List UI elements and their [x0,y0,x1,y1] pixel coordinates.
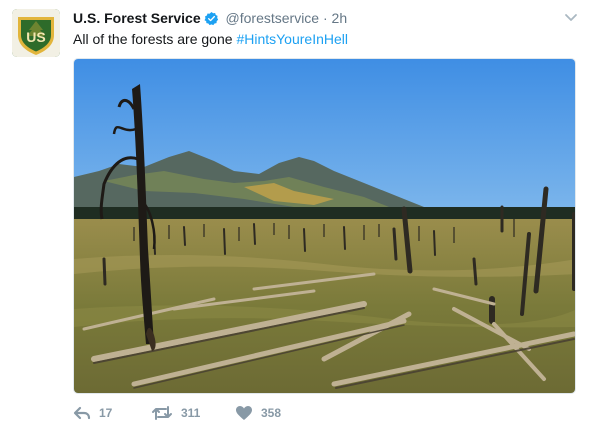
svg-text:US: US [26,29,45,45]
retweet-icon [152,406,172,420]
tweet-photo[interactable] [73,58,576,394]
tweet[interactable]: US U.S. Forest Service @forestservice · … [0,0,589,435]
reply-icon [73,406,91,420]
retweet-button[interactable]: 311 [151,405,200,421]
author-name[interactable]: U.S. Forest Service [73,10,201,26]
tweet-timestamp[interactable]: 2h [332,10,348,26]
forest-service-logo: US [12,9,60,57]
tweet-header: U.S. Forest Service @forestservice · 2h [73,9,347,30]
header-separator: · [322,10,328,26]
reply-count: 17 [99,406,113,420]
avatar[interactable]: US [12,9,60,57]
like-button[interactable]: 358 [235,405,281,421]
like-count: 358 [261,406,282,420]
chevron-down-icon[interactable] [563,9,579,25]
tweet-actions: 17 311 358 [73,405,373,425]
hashtag-link[interactable]: #HintsYoureInHell [236,31,348,47]
tweet-body: All of the forests are gone [73,31,237,47]
tweet-text: All of the forests are gone #HintsYoureI… [73,30,348,48]
like-icon [236,406,252,420]
author-handle[interactable]: @forestservice [226,10,320,26]
retweet-count: 311 [181,406,201,420]
verified-badge-icon [204,11,219,30]
reply-button[interactable]: 17 [73,405,112,421]
burned-forest-photo [74,59,575,393]
